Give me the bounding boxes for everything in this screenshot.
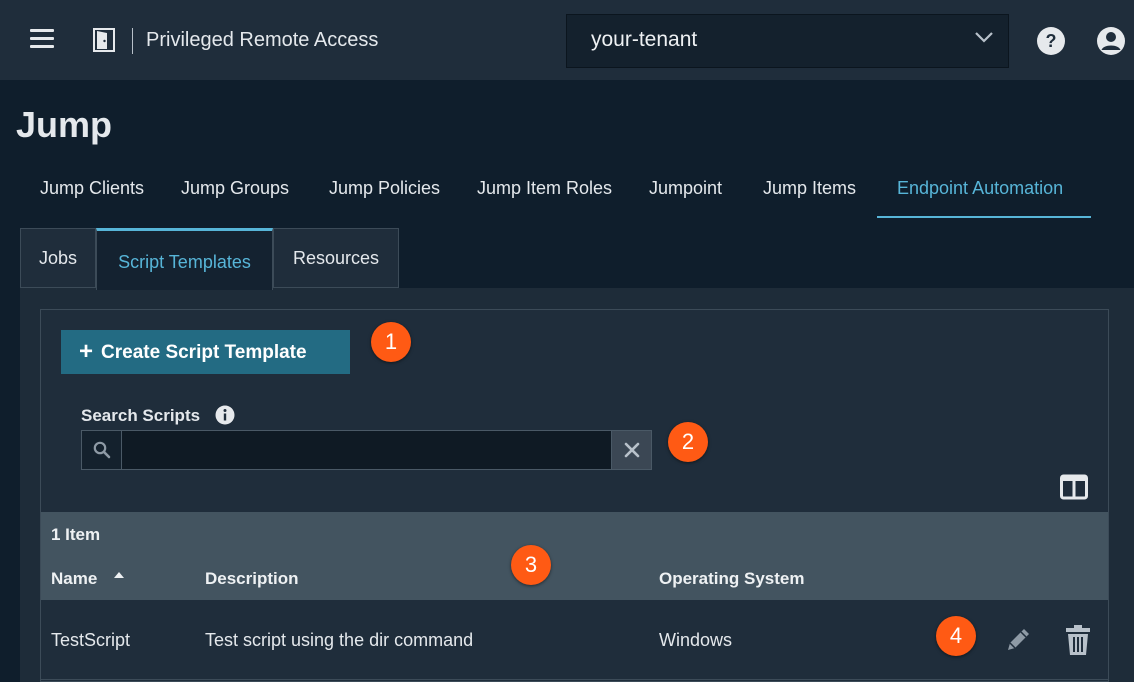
create-script-template-button[interactable]: + Create Script Template [61, 330, 350, 374]
search-icon-box [81, 430, 122, 470]
svg-text:?: ? [1046, 31, 1057, 51]
subtab-jobs-label: Jobs [38, 248, 78, 268]
app-title: Privileged Remote Access [146, 29, 379, 51]
callout-badge-3: 3 [511, 545, 551, 585]
close-icon [624, 442, 640, 458]
search-label: Search Scripts [81, 406, 201, 425]
top-bar: Privileged Remote Access your-tenant ? [0, 0, 1134, 80]
column-header-name[interactable]: Name [51, 569, 97, 589]
door-icon [93, 28, 115, 52]
trash-icon[interactable] [1065, 624, 1091, 656]
tab-jump-policies[interactable]: Jump Policies [329, 178, 440, 199]
pencil-icon[interactable] [1002, 624, 1034, 656]
columns-icon[interactable] [1060, 474, 1088, 500]
active-tab-indicator [877, 216, 1091, 218]
tenant-select[interactable]: your-tenant [566, 14, 1009, 68]
subtab-resources[interactable]: Resources [273, 228, 399, 288]
plus-icon: + [79, 338, 94, 365]
user-circle-icon[interactable] [1096, 26, 1126, 56]
create-button-label: Create Script Template [101, 342, 307, 363]
tab-jump-groups[interactable]: Jump Groups [181, 178, 289, 199]
tab-jump-item-roles[interactable]: Jump Item Roles [477, 178, 612, 199]
search-input[interactable] [121, 430, 612, 470]
header-divider [132, 28, 133, 54]
cell-name: TestScript [51, 630, 131, 650]
tab-jump-clients[interactable]: Jump Clients [40, 178, 144, 199]
cell-operating-system: Windows [659, 630, 733, 650]
column-header-description[interactable]: Description [205, 569, 299, 589]
subtab-resources-label: Resources [292, 248, 380, 268]
search-icon [93, 441, 111, 459]
question-circle-icon[interactable]: ? [1036, 26, 1066, 56]
subtab-jobs[interactable]: Jobs [20, 228, 96, 288]
hamburger-menu-icon[interactable] [30, 29, 54, 49]
cell-description: Test script using the dir command [205, 630, 474, 650]
callout-badge-1: 1 [371, 322, 411, 362]
sort-ascending-icon[interactable] [113, 571, 125, 579]
callout-badge-2: 2 [668, 422, 708, 462]
column-header-operating-system[interactable]: Operating System [659, 569, 805, 589]
page-title: Jump [16, 104, 113, 145]
clear-search-button[interactable] [611, 430, 652, 470]
tab-endpoint-automation[interactable]: Endpoint Automation [897, 178, 1063, 199]
tab-jumpoint[interactable]: Jumpoint [649, 178, 722, 199]
item-count: 1 Item [51, 525, 101, 544]
callout-badge-4: 4 [936, 616, 976, 656]
info-icon[interactable] [215, 405, 235, 425]
tab-jump-items[interactable]: Jump Items [763, 178, 856, 199]
subtab-script-templates[interactable]: Script Templates [96, 228, 273, 290]
chevron-down-icon [975, 32, 993, 43]
subtab-script-templates-label: Script Templates [118, 252, 251, 272]
table-header: 1 Item Name Description Operating System [41, 512, 1108, 600]
tenant-value: your-tenant [591, 28, 698, 51]
